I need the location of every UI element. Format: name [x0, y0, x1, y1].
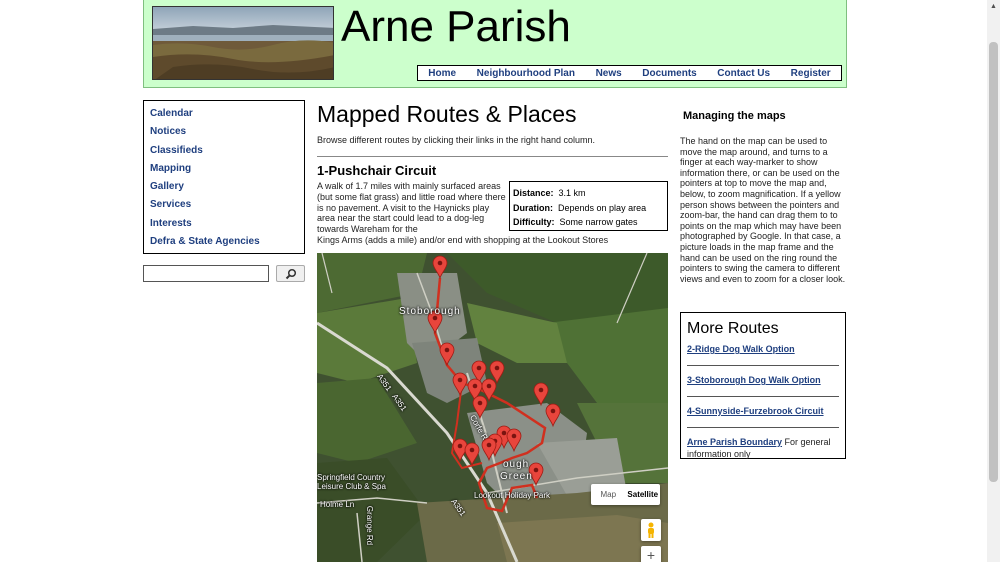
page-title: Mapped Routes & Places: [317, 101, 577, 127]
divider: [687, 365, 839, 366]
map-label-ough: ough: [503, 459, 530, 470]
nav-home[interactable]: Home: [428, 68, 456, 79]
fact-duration: Duration: Depends on play area: [513, 202, 647, 213]
map-label-grange-road: Grange Rd: [365, 505, 375, 546]
header-landscape-photo: [152, 6, 334, 80]
route-title: 1-Pushchair Circuit: [317, 163, 437, 178]
map-label-springfield: Springfield Country: [317, 473, 386, 482]
sidebar-item-notices[interactable]: Notices: [150, 125, 304, 143]
route-map[interactable]: Stoborough A351 A351 A351 Corfe R ough G…: [317, 253, 668, 562]
map-type-satellite-button[interactable]: Satellite: [626, 490, 661, 499]
sidebar-item-calendar[interactable]: Calendar: [150, 107, 304, 125]
divider: [687, 427, 839, 428]
sidebar-menu: Calendar Notices Classifieds Mapping Gal…: [143, 100, 305, 254]
route-description-cont: Kings Arms (adds a mile) and/or end with…: [317, 235, 609, 245]
more-routes-box: More Routes 2-Ridge Dog Walk Option 3-St…: [680, 312, 846, 459]
sidebar-item-classifieds[interactable]: Classifieds: [150, 144, 304, 162]
route-facts-box: Distance: 3.1 km Duration: Depends on pl…: [509, 181, 668, 231]
route-link-sunnyside[interactable]: 4-Sunnyside-Furzebrook Circuit: [687, 404, 839, 418]
search-input[interactable]: [143, 265, 269, 282]
divider: [687, 396, 839, 397]
boundary-item: Arne Parish Boundary For general informa…: [687, 435, 839, 459]
sidebar-item-interests[interactable]: Interests: [150, 217, 304, 235]
nav-neighbourhood-plan[interactable]: Neighbourhood Plan: [477, 68, 575, 79]
nav-news[interactable]: News: [596, 68, 622, 79]
sidebar-item-mapping[interactable]: Mapping: [150, 162, 304, 180]
sidebar-item-defra[interactable]: Defra & State Agencies: [150, 235, 304, 253]
site-title: Arne Parish: [341, 2, 571, 51]
more-routes-title: More Routes: [687, 320, 779, 337]
pegman-icon: [648, 522, 654, 538]
search-icon: [285, 268, 296, 279]
nav-documents[interactable]: Documents: [642, 68, 696, 79]
scroll-thumb[interactable]: [989, 42, 998, 482]
scroll-up-arrow-icon[interactable]: ▲: [987, 0, 1000, 13]
fact-difficulty: Difficulty: Some narrow gates: [513, 217, 638, 227]
divider: [317, 156, 668, 157]
map-label-stoborough: Stoborough: [399, 306, 461, 317]
street-view-pegman[interactable]: [641, 519, 661, 541]
map-label-springfield-2: Leisure Club & Spa: [317, 482, 386, 491]
help-title: Managing the maps: [683, 110, 786, 122]
route-link-boundary[interactable]: Arne Parish Boundary: [687, 437, 782, 447]
map-label-green: Green: [500, 471, 533, 482]
map-label-lookout-holiday-park: Lookout Holiday Park: [474, 491, 551, 500]
nav-register[interactable]: Register: [791, 68, 831, 79]
map-type-map-button[interactable]: Map: [591, 490, 626, 499]
sidebar-item-gallery[interactable]: Gallery: [150, 180, 304, 198]
sidebar-item-services[interactable]: Services: [150, 198, 304, 216]
help-text: The hand on the map can be used to move …: [680, 136, 846, 284]
page-scrollbar[interactable]: ▲: [987, 0, 1000, 562]
intro-text: Browse different routes by clicking thei…: [317, 135, 595, 145]
zoom-in-button[interactable]: +: [641, 546, 661, 562]
route-link-ridge[interactable]: 2-Ridge Dog Walk Option: [687, 342, 839, 356]
route-link-stoborough[interactable]: 3-Stoborough Dog Walk Option: [687, 373, 839, 387]
nav-contact-us[interactable]: Contact Us: [717, 68, 770, 79]
search-button[interactable]: [276, 265, 305, 282]
site-header: Arne Parish Home Neighbourhood Plan News…: [143, 0, 847, 88]
route-description: A walk of 1.7 miles with mainly surfaced…: [317, 181, 506, 235]
map-type-control: Map Satellite: [591, 484, 660, 505]
map-label-holme-lane: Holme Ln: [320, 500, 355, 509]
top-navigation: Home Neighbourhood Plan News Documents C…: [417, 65, 842, 81]
fact-distance: Distance: 3.1 km: [513, 188, 586, 198]
